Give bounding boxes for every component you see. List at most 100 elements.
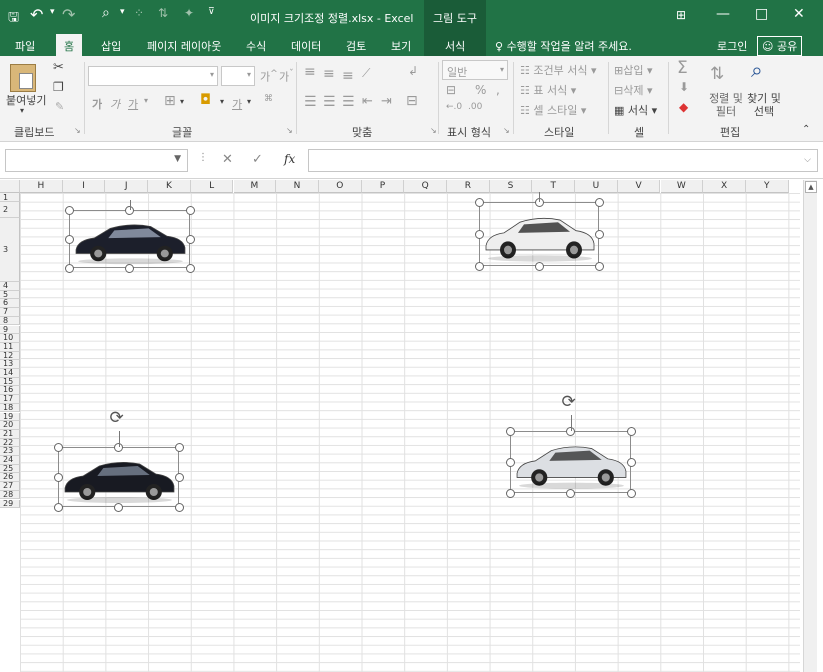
- tell-me-box[interactable]: ♀ 수행할 작업을 알려 주세요.: [495, 38, 632, 54]
- tab-data[interactable]: 데이터: [291, 38, 321, 54]
- resize-handle[interactable]: [474, 229, 484, 239]
- close-icon[interactable]: ✕: [793, 6, 805, 22]
- resize-handle[interactable]: [185, 263, 195, 273]
- phonetic-icon[interactable]: ⌘: [264, 94, 273, 104]
- resize-handle[interactable]: [505, 426, 515, 436]
- align-middle-icon[interactable]: ≡: [323, 66, 335, 82]
- resize-handle[interactable]: [594, 229, 604, 239]
- font-name-select[interactable]: ▾: [88, 66, 218, 86]
- resize-handle[interactable]: [174, 442, 184, 452]
- search-dropdown-icon[interactable]: ▾: [120, 7, 125, 17]
- column-header-L[interactable]: L: [190, 180, 234, 193]
- comma-icon[interactable]: ,: [496, 83, 500, 97]
- rotate-handle-icon[interactable]: ⟳: [110, 408, 124, 428]
- font-size-select[interactable]: ▾: [221, 66, 255, 86]
- fill-dropdown-icon[interactable]: ▾: [220, 97, 224, 106]
- percent-icon[interactable]: %: [475, 83, 486, 97]
- row-header-2[interactable]: 2: [0, 202, 20, 218]
- format-cells-button[interactable]: ▦ 서식 ▾: [614, 102, 657, 118]
- align-bottom-icon[interactable]: ≡: [342, 68, 354, 84]
- name-box[interactable]: ▼: [5, 149, 188, 172]
- wrap-text-icon[interactable]: ↲: [408, 64, 418, 78]
- autosum-icon[interactable]: Σ: [677, 58, 688, 78]
- align-center-icon[interactable]: ☰: [323, 94, 336, 110]
- underline-button[interactable]: 가: [128, 96, 138, 112]
- column-header-J[interactable]: J: [105, 180, 149, 193]
- column-header-Q[interactable]: Q: [404, 180, 447, 193]
- name-box-dropdown-icon[interactable]: ▼: [174, 154, 181, 164]
- italic-button[interactable]: 가: [110, 96, 120, 112]
- copy-icon[interactable]: ❐: [53, 80, 64, 94]
- number-launcher-icon[interactable]: ↘: [503, 126, 510, 135]
- scroll-up-icon[interactable]: ▲: [805, 181, 817, 193]
- font-color-dropdown-icon[interactable]: ▾: [247, 97, 251, 106]
- customize-toolbar-icon[interactable]: ⊽: [208, 7, 215, 17]
- resize-handle[interactable]: [566, 488, 575, 498]
- resize-handle[interactable]: [594, 197, 604, 207]
- resize-handle[interactable]: [174, 502, 184, 512]
- bold-button[interactable]: 가: [92, 96, 102, 112]
- increase-indent-icon[interactable]: ⇥: [381, 94, 392, 109]
- resize-handle[interactable]: [626, 488, 636, 498]
- tab-insert[interactable]: 삽입: [101, 38, 121, 54]
- resize-handle[interactable]: [505, 457, 515, 467]
- cancel-icon[interactable]: ✕: [222, 152, 233, 167]
- decrease-decimal-icon[interactable]: .00: [468, 102, 482, 112]
- collapse-ribbon-icon[interactable]: ⌃: [802, 124, 810, 135]
- resize-handle[interactable]: [534, 261, 544, 271]
- grow-font-icon[interactable]: 가^: [260, 68, 278, 85]
- search-icon[interactable]: ⌕: [102, 5, 110, 21]
- delete-cells-button[interactable]: ⊟삭제 ▾: [614, 82, 653, 98]
- vertical-scrollbar[interactable]: ▲: [803, 180, 817, 672]
- car-image-dark-sedan[interactable]: [69, 210, 190, 268]
- column-header-W[interactable]: W: [660, 180, 704, 193]
- undo-icon[interactable]: ↶: [30, 5, 43, 24]
- orientation-icon[interactable]: ⟋: [362, 66, 370, 81]
- column-header-X[interactable]: X: [703, 180, 746, 193]
- number-format-select[interactable]: 일반 ▾: [442, 60, 508, 80]
- resize-handle[interactable]: [64, 234, 74, 244]
- save-icon[interactable]: 🖫: [8, 8, 19, 30]
- align-right-icon[interactable]: ☰: [342, 94, 355, 110]
- tab-view[interactable]: 보기: [391, 38, 411, 54]
- shrink-font-icon[interactable]: 가ˇ: [279, 68, 294, 85]
- resize-handle[interactable]: [594, 261, 604, 271]
- insert-function-button[interactable]: fx: [284, 152, 295, 166]
- accounting-icon[interactable]: ⊟: [446, 83, 456, 97]
- column-header-Y[interactable]: Y: [745, 180, 789, 193]
- format-painter-icon[interactable]: ✎: [55, 100, 64, 113]
- cut-icon[interactable]: ✂: [53, 60, 64, 75]
- border-icon[interactable]: ⊞: [164, 93, 176, 109]
- filter-icon[interactable]: ✦: [184, 6, 194, 20]
- column-header-H[interactable]: H: [20, 180, 63, 193]
- row-header-29[interactable]: 29: [0, 499, 20, 509]
- increase-decimal-icon[interactable]: ←.0: [446, 102, 462, 112]
- column-header-V[interactable]: V: [617, 180, 661, 193]
- border-dropdown-icon[interactable]: ▾: [180, 97, 184, 106]
- formula-input[interactable]: ⌵: [308, 149, 818, 172]
- select-all-corner[interactable]: [0, 180, 20, 193]
- redo-icon[interactable]: ↷: [62, 5, 75, 24]
- resize-handle[interactable]: [505, 488, 515, 498]
- decrease-indent-icon[interactable]: ⇤: [362, 94, 373, 109]
- shapes-icon[interactable]: ⁘: [134, 6, 144, 20]
- alignment-launcher-icon[interactable]: ↘: [430, 126, 437, 135]
- merge-center-icon[interactable]: ⊟: [406, 93, 418, 109]
- tab-page-layout[interactable]: 페이지 레이아웃: [147, 38, 221, 54]
- column-header-M[interactable]: M: [233, 180, 277, 193]
- column-header-P[interactable]: P: [361, 180, 405, 193]
- resize-handle[interactable]: [174, 472, 184, 482]
- insert-cells-button[interactable]: ⊞삽입 ▾: [614, 62, 653, 78]
- tab-home[interactable]: 홈: [56, 34, 83, 56]
- undo-dropdown-icon[interactable]: ▾: [50, 7, 55, 17]
- align-top-icon[interactable]: ≡: [304, 64, 316, 80]
- fill-icon[interactable]: ⬇: [679, 80, 689, 94]
- tab-file[interactable]: 파일: [15, 38, 35, 54]
- resize-handle[interactable]: [53, 472, 63, 482]
- font-color-icon[interactable]: 가: [232, 96, 242, 112]
- column-header-R[interactable]: R: [447, 180, 490, 193]
- column-header-O[interactable]: O: [318, 180, 362, 193]
- rotate-handle-icon[interactable]: ⟳: [562, 392, 576, 412]
- resize-handle[interactable]: [114, 502, 123, 512]
- resize-handle[interactable]: [53, 442, 63, 452]
